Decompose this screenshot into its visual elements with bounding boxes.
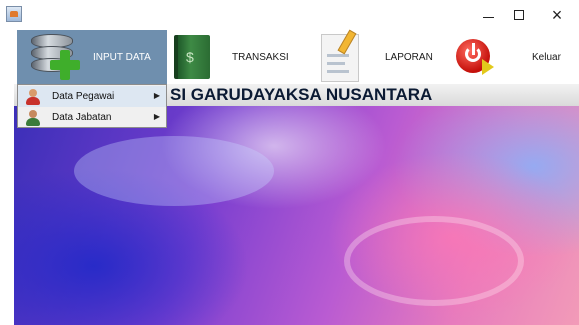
maximize-icon bbox=[514, 10, 524, 20]
transaksi-label: TRANSAKSI bbox=[232, 51, 289, 63]
laporan-label: LAPORAN bbox=[385, 51, 433, 63]
submenu-arrow-icon: ▶ bbox=[153, 91, 160, 100]
background-image bbox=[14, 106, 579, 325]
keluar-menu[interactable]: Keluar bbox=[454, 30, 579, 84]
minimize-button[interactable] bbox=[471, 0, 505, 30]
banner-title: SI GARUDAYAKSA NUSANTARA bbox=[170, 85, 433, 104]
document-pencil-icon bbox=[319, 29, 363, 82]
close-button[interactable]: × bbox=[540, 0, 574, 30]
laporan-menu[interactable]: LAPORAN bbox=[319, 29, 444, 84]
database-add-icon bbox=[27, 32, 85, 82]
title-bar: × bbox=[0, 0, 579, 30]
menu-item-data-jabatan[interactable]: Data Jabatan ▶ bbox=[18, 107, 166, 128]
app-window: × INPUT DATA $ TRANSAKSI LAPORAN Keluar … bbox=[0, 0, 579, 325]
menu-item-label: Data Pegawai bbox=[52, 91, 115, 102]
menu-bar: INPUT DATA $ TRANSAKSI LAPORAN Keluar bbox=[14, 29, 579, 84]
person-red-icon bbox=[24, 88, 42, 105]
person-green-icon bbox=[24, 109, 42, 126]
input-data-menu[interactable]: INPUT DATA bbox=[17, 30, 167, 84]
minimize-icon bbox=[482, 16, 494, 18]
menu-item-data-pegawai[interactable]: Data Pegawai ▶ bbox=[18, 86, 166, 107]
power-exit-icon bbox=[454, 37, 494, 77]
money-book-icon: $ bbox=[174, 33, 210, 81]
input-data-label: INPUT DATA bbox=[93, 51, 151, 63]
menu-item-label: Data Jabatan bbox=[52, 112, 112, 123]
transaksi-menu[interactable]: $ TRANSAKSI bbox=[174, 30, 304, 84]
maximize-button[interactable] bbox=[502, 0, 536, 30]
close-icon: × bbox=[551, 5, 563, 25]
keluar-label: Keluar bbox=[532, 51, 561, 63]
java-app-icon bbox=[6, 6, 22, 22]
input-data-dropdown: Data Pegawai ▶ Data Jabatan ▶ bbox=[17, 84, 167, 128]
submenu-arrow-icon: ▶ bbox=[153, 112, 160, 121]
